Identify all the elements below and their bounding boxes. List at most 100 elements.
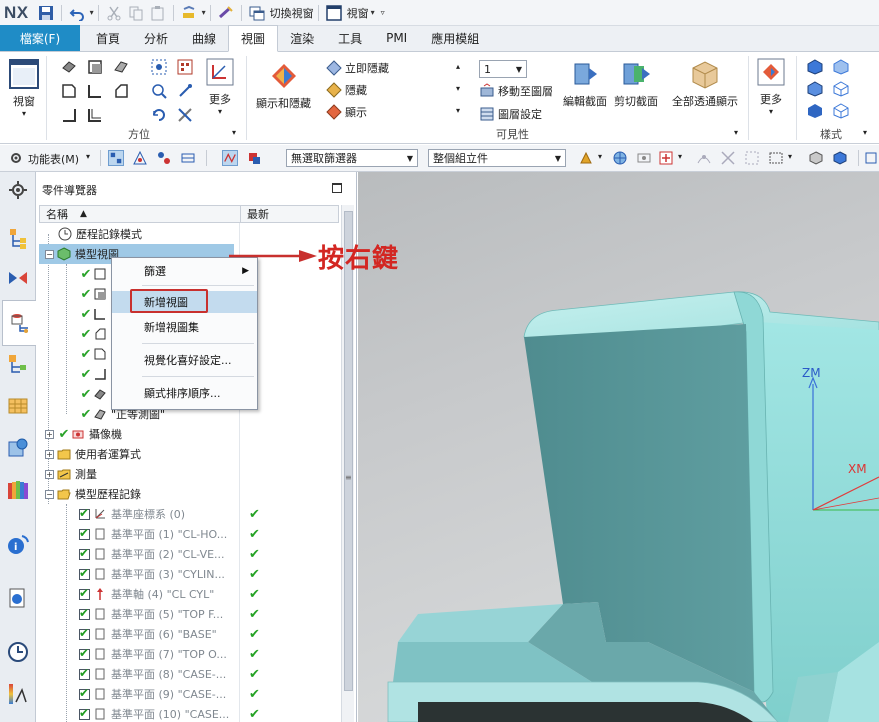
select-by-name-icon[interactable] <box>658 150 674 166</box>
feature-checkbox[interactable] <box>79 606 90 620</box>
select-features-icon[interactable] <box>108 150 124 166</box>
feature-checkbox[interactable] <box>79 526 90 540</box>
view-window-button[interactable]: 視窗 ▾ <box>8 58 40 118</box>
pan-icon[interactable] <box>176 82 194 100</box>
expand-icon[interactable]: + <box>45 429 54 439</box>
window-dropdown-icon[interactable]: ▾ <box>371 8 375 17</box>
shaded-with-edges-icon[interactable] <box>806 58 824 76</box>
menu-gear-icon[interactable] <box>8 150 24 166</box>
show-hide-button[interactable]: 顯示和隱藏 <box>256 60 311 111</box>
top-view-icon[interactable] <box>60 82 78 100</box>
visibility-group-dropdown-icon[interactable]: ▾ <box>734 128 738 137</box>
orient-more-button[interactable]: 更多 ▾ <box>204 56 236 116</box>
window-menu-label[interactable]: 視窗 <box>347 5 369 21</box>
menu-item-visualization-preferences[interactable]: 視覺化喜好設定... <box>112 349 257 371</box>
tab-file[interactable]: 檔案(F) <box>0 25 80 51</box>
reuse-library-icon[interactable] <box>6 352 30 376</box>
feature-checkbox[interactable] <box>79 646 90 660</box>
roles-icon[interactable] <box>6 682 30 706</box>
bottom-view-icon[interactable] <box>60 106 78 124</box>
menu-item-filter[interactable]: 篩選 ▶ <box>112 260 257 282</box>
switch-window-label[interactable]: 切換視窗 <box>270 5 314 21</box>
feature-checkbox[interactable] <box>79 586 90 600</box>
tree-row-measurements[interactable]: + 測量 <box>39 464 339 484</box>
tab-render[interactable]: 渲染 <box>278 25 326 51</box>
menu-button[interactable]: 功能表(M) <box>28 151 79 167</box>
rectangle-select-dropdown-icon[interactable]: ▾ <box>788 152 792 161</box>
repeat-command-icon[interactable] <box>216 3 236 23</box>
layer-select[interactable]: 1 ▼ <box>479 60 527 78</box>
point-on-curve-icon[interactable] <box>696 150 712 166</box>
show-button[interactable]: 顯示 <box>326 104 367 120</box>
shaded-cube-icon[interactable] <box>832 150 848 166</box>
feature-checkbox[interactable] <box>79 566 90 580</box>
hd3d-tools-icon[interactable] <box>6 394 30 418</box>
rotate-icon[interactable] <box>150 106 168 124</box>
hide-button[interactable]: 隱藏 <box>326 82 367 98</box>
style-group-dropdown-icon[interactable]: ▾ <box>863 128 867 137</box>
select-components-icon[interactable] <box>180 150 196 166</box>
partial-shaded-icon[interactable] <box>832 102 850 120</box>
overflow-icon[interactable] <box>864 150 879 166</box>
feature-checkbox[interactable] <box>79 686 90 700</box>
snap-dropdown-icon[interactable]: ▾ <box>598 152 602 161</box>
scrollbar-thumb[interactable] <box>344 211 353 691</box>
tab-curve[interactable]: 曲線 <box>180 25 228 51</box>
type-filter-select[interactable]: 無選取篩選器 ▼ <box>286 149 418 167</box>
save-icon[interactable] <box>36 3 56 23</box>
tab-home[interactable]: 首頁 <box>84 25 132 51</box>
process-studio-icon[interactable] <box>6 586 30 610</box>
tree-row-feature[interactable]: 基準平面 (10) "CASE... ✔ <box>39 704 339 722</box>
orient-group-dropdown-icon[interactable]: ▾ <box>232 128 236 137</box>
isometric-view-icon[interactable] <box>112 58 130 76</box>
tree-row-user-expressions[interactable]: + 使用者運算式 <box>39 444 339 464</box>
tab-view[interactable]: 視圖 <box>228 25 279 52</box>
window-icon[interactable] <box>324 3 344 23</box>
collapse-icon[interactable]: − <box>45 489 54 499</box>
tab-applications[interactable]: 應用模組 <box>419 25 491 51</box>
copy-icon[interactable] <box>126 3 146 23</box>
expand-icon[interactable]: + <box>45 449 54 459</box>
tree-row-feature[interactable]: 基準平面 (9) "CASE-... ✔ <box>39 684 339 704</box>
switch-window-icon[interactable] <box>247 3 267 23</box>
column-name-header[interactable]: 名稱 ▲ <box>40 206 241 222</box>
magic-wand-icon[interactable] <box>179 3 199 23</box>
history-palette-icon[interactable] <box>6 478 30 502</box>
feature-checkbox[interactable] <box>79 506 90 520</box>
expand-icon[interactable]: + <box>45 469 54 479</box>
menu-item-new-view-set[interactable]: 新增視圖集 <box>112 316 257 338</box>
deselect-icon[interactable] <box>246 150 262 166</box>
collapse-icon[interactable]: − <box>45 249 54 259</box>
assembly-navigator-icon[interactable] <box>6 226 30 250</box>
snap-point-icon[interactable] <box>578 150 594 166</box>
menu-item-display-order[interactable]: 顯式排序順序... <box>112 382 257 404</box>
part-navigator-tab[interactable] <box>2 300 36 346</box>
quadrant-point-icon[interactable] <box>744 150 760 166</box>
tree-row-model-history[interactable]: − 模型歷程記錄 <box>39 484 339 504</box>
clock-icon[interactable] <box>6 640 30 664</box>
zoom-region-icon[interactable] <box>176 58 194 76</box>
tree-row-history-mode[interactable]: 歷程記錄模式 <box>39 224 339 244</box>
move-to-layer-button[interactable]: 移動至圖層 <box>479 83 553 99</box>
trimetric-view-icon[interactable] <box>60 58 78 76</box>
selection-scope-select[interactable]: 整個組立件 ▼ <box>428 149 566 167</box>
tab-tools[interactable]: 工具 <box>326 25 374 51</box>
column-latest-header[interactable]: 最新 <box>241 206 269 222</box>
select-edges-icon[interactable] <box>156 150 172 166</box>
tree-row-feature[interactable]: 基準平面 (1) "CL-HO... ✔ <box>39 524 339 544</box>
undo-dropdown-icon[interactable]: ▾ <box>90 8 94 17</box>
feature-checkbox[interactable] <box>79 706 90 720</box>
feature-checkbox[interactable] <box>79 546 90 560</box>
full-see-through-button[interactable]: 全部透通顯示 <box>672 58 738 109</box>
immediate-hide-button[interactable]: 立即隱藏 <box>326 60 389 76</box>
settings-gear-icon[interactable] <box>6 178 30 202</box>
show-hidden-icon[interactable] <box>636 150 652 166</box>
rectangle-select-icon[interactable] <box>768 150 784 166</box>
navigator-scrollbar[interactable]: ≡ <box>341 205 354 722</box>
tree-row-feature[interactable]: 基準平面 (5) "TOP F... ✔ <box>39 604 339 624</box>
orient-view-icon[interactable] <box>176 106 194 124</box>
customize-quick-access-icon[interactable]: ▿ <box>381 8 385 17</box>
web-browser-icon[interactable] <box>6 436 30 460</box>
tree-row-feature[interactable]: 基準軸 (4) "CL CYL" ✔ <box>39 584 339 604</box>
graphics-viewport[interactable]: ZM XM <box>358 172 879 722</box>
